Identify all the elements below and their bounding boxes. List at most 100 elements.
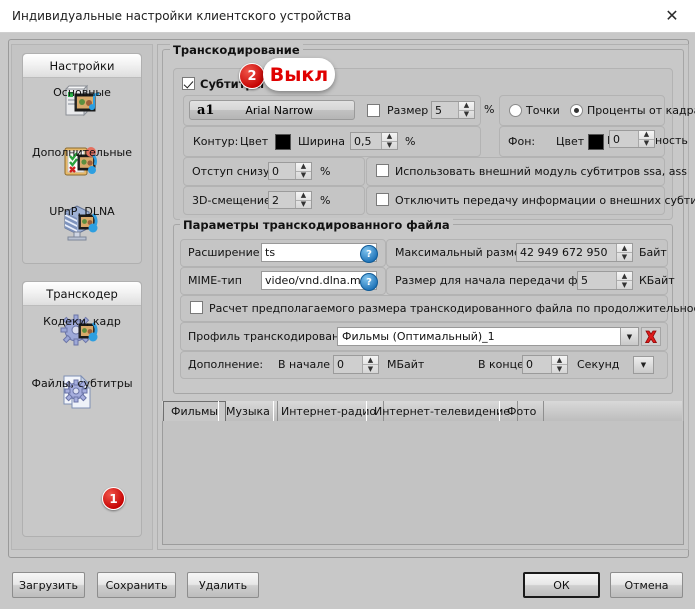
sidebar-item-upnp-dlna[interactable]: UPnP, DLNA: [23, 202, 141, 244]
disable-info-checkbox[interactable]: [376, 193, 389, 206]
external-module-label: Использовать внешний модуль субтитров ss…: [395, 165, 687, 178]
start-size-row: Размер для начала передачи файла 5 ▲▼ КБ…: [386, 267, 668, 295]
offset-3d-value: 2: [272, 194, 279, 207]
sidebar: Настройки: [11, 44, 153, 550]
ok-button-label: ОК: [553, 579, 569, 592]
sidebar-item-kodeki-kadr[interactable]: Кодеки, кадр: [23, 312, 141, 354]
mime-label: MIME-тип: [188, 274, 242, 287]
tab-internet-televidenie-label: Интернет-телевидение: [374, 405, 510, 418]
size-label: Размер: [387, 104, 428, 117]
tab-foto[interactable]: Фото: [499, 401, 544, 421]
external-module-checkbox[interactable]: [376, 164, 389, 177]
chevron-down-icon[interactable]: ▼: [634, 357, 653, 373]
file-params-title: Параметры транскодированного файла: [180, 218, 453, 232]
tab-internet-radio-label: Интернет-радио: [281, 405, 376, 418]
sidebar-item-osnovnye[interactable]: Основные: [23, 83, 141, 125]
sidebar-item-osnovnye-label: Основные: [53, 86, 111, 99]
subtitles-checkbox[interactable]: [182, 77, 195, 90]
extension-row: Расширение ts ?: [180, 239, 386, 267]
tab-filmy[interactable]: Фильмы: [163, 401, 226, 422]
estimate-row: Расчет предполагаемого размера транскоди…: [180, 295, 668, 322]
max-size-spinner[interactable]: 42 949 672 950 ▲▼: [516, 243, 633, 262]
radio-dots[interactable]: [509, 104, 522, 117]
background-color-label: Цвет: [556, 135, 584, 148]
outline-color-swatch[interactable]: [275, 134, 291, 150]
end-unit: Секунд: [577, 358, 619, 371]
delete-button[interactable]: Удалить: [187, 572, 259, 598]
main-content: Транскодирование Субтитры a1 Arial Narro…: [157, 44, 689, 550]
begin-spinner[interactable]: 0 ▲▼: [333, 355, 379, 374]
sidebar-item-dopolnitelnye[interactable]: Дополнительные: [23, 143, 141, 185]
radio-percent-label: Проценты от кадра: [587, 104, 695, 117]
background-color-swatch[interactable]: [588, 134, 604, 150]
profile-combobox[interactable]: Фильмы (Оптимальный)_1 ▼: [337, 327, 639, 346]
tab-muzyka-label: Музыка: [226, 405, 270, 418]
load-button[interactable]: Загрузить: [12, 572, 85, 598]
background-label: Фон:: [508, 135, 535, 148]
extension-value: ts: [265, 246, 275, 259]
size-enable-checkbox[interactable]: [367, 104, 380, 117]
sidebar-badge-1: 1: [102, 487, 125, 510]
close-icon[interactable]: ✕: [649, 0, 695, 31]
delete-red-x-icon: [644, 330, 658, 344]
help-icon[interactable]: ?: [360, 273, 378, 291]
subtitles-group: Субтитры a1 Arial Narrow Размер 5 ▲▼ %: [173, 68, 673, 220]
delete-profile-button[interactable]: [641, 327, 661, 346]
transparency-value: 0: [613, 133, 620, 146]
estimate-checkbox[interactable]: [190, 301, 203, 314]
end-unit-combobox[interactable]: ▼: [633, 356, 654, 374]
start-size-arrows[interactable]: ▲▼: [616, 272, 632, 289]
radio-percent[interactable]: [570, 104, 583, 117]
font-a-icon: a1: [197, 103, 214, 118]
size-spinner[interactable]: 5 ▲▼: [431, 101, 475, 119]
bottom-offset-arrows[interactable]: ▲▼: [295, 163, 311, 179]
save-button[interactable]: Сохранить: [97, 572, 176, 598]
start-size-unit: КБайт: [639, 274, 675, 287]
cancel-button-label: Отмена: [624, 579, 668, 592]
font-select-button[interactable]: a1 Arial Narrow: [189, 100, 355, 120]
end-label: В конце: [478, 358, 524, 371]
sidebar-group-transcoder-header: Транскодер: [23, 282, 141, 306]
end-spinner[interactable]: 0 ▲▼: [522, 355, 568, 374]
offset-3d-spinner[interactable]: 2 ▲▼: [268, 191, 312, 209]
sidebar-item-dopolnitelnye-label: Дополнительные: [32, 146, 132, 159]
sidebar-item-fayly-subtitry[interactable]: 1 Файлы, субтитры: [23, 374, 141, 416]
tab-muzyka[interactable]: Музыка: [218, 401, 278, 421]
bottom-offset-label: Отступ снизу: [192, 165, 269, 178]
tab-internet-televidenie[interactable]: Интернет-телевидение: [366, 401, 518, 421]
transcoding-group: Транскодирование Субтитры a1 Arial Narro…: [162, 49, 684, 440]
transparency-arrows[interactable]: ▲▼: [638, 131, 654, 147]
extension-label: Расширение: [188, 246, 260, 259]
bottom-offset-row: Отступ снизу 0 ▲▼ %: [183, 157, 365, 186]
transparency-spinner-main[interactable]: 0 ▲▼: [609, 130, 655, 148]
sidebar-item-fayly-subtitry-label: Файлы, субтитры: [31, 377, 132, 390]
begin-value: 0: [337, 358, 344, 371]
max-size-arrows[interactable]: ▲▼: [616, 244, 632, 261]
tab-strip: Фильмы Музыка Интернет-радио Интернет-те…: [162, 401, 682, 422]
size-value: 5: [435, 104, 442, 117]
radio-dots-label: Точки: [526, 104, 560, 117]
bottom-offset-value: 0: [272, 165, 279, 178]
begin-arrows[interactable]: ▲▼: [362, 356, 378, 373]
tab-page-content: [162, 421, 684, 545]
chevron-down-icon[interactable]: ▼: [620, 328, 638, 345]
outline-width-spinner[interactable]: 0,5 ▲▼: [350, 132, 398, 150]
help-icon[interactable]: ?: [360, 245, 378, 263]
profile-row: Профиль транскодирования Фильмы (Оптимал…: [180, 322, 668, 351]
bottom-offset-spinner[interactable]: 0 ▲▼: [268, 162, 312, 180]
outline-width-arrows[interactable]: ▲▼: [381, 133, 397, 149]
profile-label: Профиль транскодирования: [188, 330, 353, 343]
max-size-unit: Байт: [639, 246, 667, 259]
size-spinner-arrows[interactable]: ▲▼: [458, 102, 474, 118]
ok-button[interactable]: ОК: [523, 572, 600, 598]
offset-3d-arrows[interactable]: ▲▼: [295, 192, 311, 208]
sidebar-group-settings: Настройки: [22, 53, 142, 264]
title-bar: Индивидуальные настройки клиентского уст…: [0, 0, 695, 33]
max-size-label: Максимальный размер: [395, 246, 528, 259]
end-arrows[interactable]: ▲▼: [551, 356, 567, 373]
cancel-button[interactable]: Отмена: [610, 572, 683, 598]
callout-vykl: Выкл: [263, 58, 335, 91]
save-button-label: Сохранить: [106, 579, 168, 592]
bottom-offset-unit: %: [320, 165, 330, 178]
start-size-spinner[interactable]: 5 ▲▼: [577, 271, 633, 290]
